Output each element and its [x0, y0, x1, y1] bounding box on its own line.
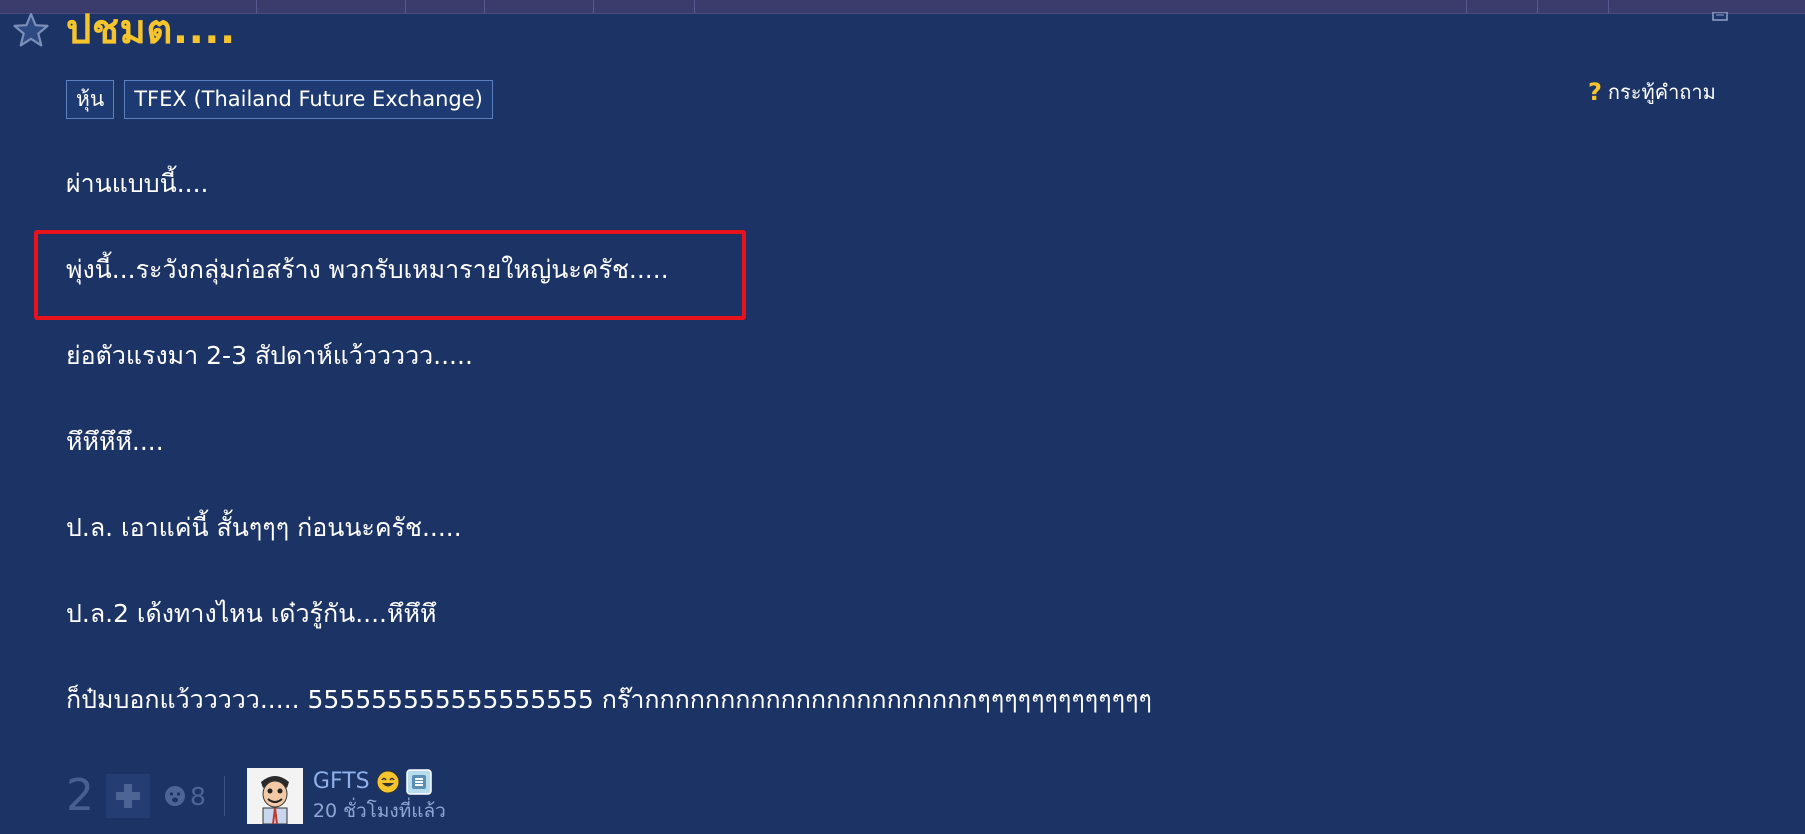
- bookmark-icon[interactable]: [1712, 12, 1728, 22]
- vote-count: 2: [66, 770, 94, 821]
- tag-stock[interactable]: หุ้น: [66, 80, 115, 119]
- question-icon: ?: [1588, 78, 1602, 106]
- vote-plus-button[interactable]: [106, 774, 150, 818]
- topic-tags: หุ้น TFEX (Thailand Future Exchange): [66, 80, 493, 119]
- body-line: ก็ป๋มบอกแว้ววววว..... 555555555555555555…: [66, 685, 1152, 714]
- body-line: พุ่งนี้...ระวังกลุ่มก่อสร้าง พวกรับเหมาร…: [66, 255, 669, 284]
- emotion-counter[interactable]: 8: [164, 782, 206, 811]
- body-line: ป.ล. เอาแค่นี้ สั้นๆๆๆ ก่อนนะครัช.....: [66, 513, 462, 542]
- body-line: ผ่านแบบนี้....: [66, 169, 209, 198]
- nav-segment[interactable]: [695, 0, 1467, 13]
- divider: [223, 776, 225, 816]
- nav-segment[interactable]: [257, 0, 406, 13]
- tag-tfex[interactable]: TFEX (Thailand Future Exchange): [124, 80, 493, 119]
- plus-icon: [116, 784, 140, 808]
- member-badge-icon: [405, 769, 432, 795]
- nav-segment[interactable]: [1538, 0, 1609, 13]
- nav-segment[interactable]: [1467, 0, 1538, 13]
- question-topic-label[interactable]: ? กระทู้คำถาม: [1588, 76, 1716, 108]
- topic-footer: 2 8 GFTS 20 ชั่วโมงที่แล้ว: [66, 764, 446, 828]
- body-line: ย่อตัวแรงมา 2-3 สัปดาห์แว้ววววว.....: [66, 341, 473, 370]
- emotion-icon: [165, 786, 185, 806]
- star-icon[interactable]: [12, 12, 50, 48]
- avatar[interactable]: [246, 768, 303, 824]
- topic-page: ปชมต.... หุ้น TFEX (Thailand Future Exch…: [0, 0, 1805, 834]
- nav-segment[interactable]: [594, 0, 695, 13]
- top-navigation-bar: [0, 0, 1805, 14]
- body-line: ป.ล.2 เด้งทางไหน เด๋วรู้กัน....หึหึหึ: [66, 599, 437, 628]
- question-topic-text: กระทู้คำถาม: [1607, 80, 1716, 104]
- author-info: GFTS 20 ชั่วโมงที่แล้ว: [313, 769, 446, 823]
- nav-segment[interactable]: [485, 0, 594, 13]
- author-name[interactable]: GFTS: [313, 769, 370, 795]
- smile-badge-icon: [376, 770, 400, 794]
- nav-segment[interactable]: [406, 0, 485, 13]
- emotion-count: 8: [190, 781, 206, 811]
- body-line: หึหึหึหึ....: [66, 427, 164, 456]
- post-timestamp: 20 ชั่วโมงที่แล้ว: [312, 800, 446, 822]
- topic-title: ปชมต....: [66, 7, 236, 53]
